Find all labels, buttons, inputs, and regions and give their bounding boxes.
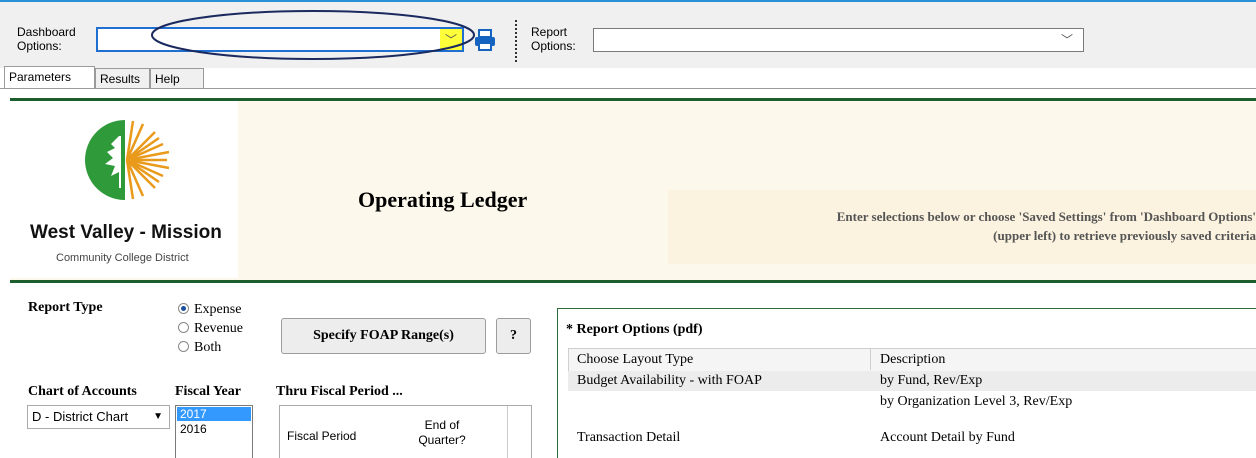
radio-both-label: Both: [194, 340, 222, 355]
tab-border: [0, 88, 1256, 89]
fiscal-period-grid[interactable]: Fiscal Period End of Quarter?: [279, 405, 532, 458]
fiscal-year-option-selected[interactable]: 2017: [177, 407, 251, 421]
layout-row-2-desc[interactable]: by Organization Level 3, Rev/Exp: [880, 394, 1072, 410]
radio-both[interactable]: Both: [178, 338, 243, 357]
tab-results[interactable]: Results: [95, 68, 150, 88]
tab-parameters[interactable]: Parameters: [4, 66, 95, 88]
annotation-ellipse: [151, 10, 475, 60]
radio-expense-label: Expense: [194, 302, 242, 317]
layout-row-1-type[interactable]: Budget Availability - with FOAP: [577, 373, 762, 389]
thru-fiscal-period-label: Thru Fiscal Period ...: [276, 384, 403, 399]
instructions-box: Enter selections below or choose 'Saved …: [668, 190, 1256, 264]
layout-row-3-type[interactable]: Transaction Detail: [577, 430, 680, 446]
banner-divider: [10, 280, 1256, 283]
radio-expense[interactable]: Expense: [178, 300, 243, 319]
report-type-radio-group: Expense Revenue Both: [178, 300, 243, 357]
page-title: Operating Ledger: [358, 187, 528, 212]
instructions-line2: (upper left) to retrieve previously save…: [993, 228, 1256, 243]
instructions-line1: Enter selections below or choose 'Saved …: [836, 209, 1256, 224]
radio-unselected-icon[interactable]: [178, 322, 189, 333]
radio-revenue-label: Revenue: [194, 321, 243, 336]
report-options-dropdown[interactable]: ﹀: [593, 28, 1084, 52]
logo-name: West Valley - Mission: [30, 222, 222, 243]
chart-of-accounts-label: Chart of Accounts: [28, 384, 137, 399]
printer-icon[interactable]: [473, 28, 497, 52]
end-of-quarter-column-header: End of Quarter?: [418, 418, 466, 447]
chart-of-accounts-value: D - District Chart: [32, 409, 129, 424]
description-column-header: Description: [880, 352, 946, 367]
specify-foap-button[interactable]: Specify FOAP Range(s): [281, 318, 486, 354]
layout-type-column-header: Choose Layout Type: [577, 352, 694, 367]
report-type-label: Report Type: [28, 300, 103, 315]
fiscal-year-option[interactable]: 2016: [176, 422, 252, 436]
chart-of-accounts-select[interactable]: D - District Chart ▼: [27, 405, 170, 429]
dashboard-options-label: Dashboard Options:: [17, 25, 76, 53]
radio-unselected-icon[interactable]: [178, 341, 189, 352]
radio-selected-icon[interactable]: [178, 303, 189, 314]
tab-help[interactable]: Help: [150, 68, 204, 88]
report-options-label: Report Options:: [531, 25, 576, 53]
report-options-title: * Report Options (pdf): [566, 322, 703, 337]
layout-row-3-desc[interactable]: Account Detail by Fund: [880, 430, 1015, 446]
grid-column-divider: [507, 406, 508, 458]
radio-revenue[interactable]: Revenue: [178, 319, 243, 338]
chevron-down-icon: ﹀: [1060, 33, 1073, 47]
logo-subtitle: Community College District: [56, 252, 189, 264]
college-logo-icon: [85, 120, 170, 200]
header-divider: [870, 349, 871, 370]
toolbar-separator: [515, 20, 517, 62]
fiscal-year-list[interactable]: 2017 2016: [175, 405, 253, 458]
fiscal-period-column-header: Fiscal Period: [287, 429, 357, 443]
layout-row-1-desc[interactable]: by Fund, Rev/Exp: [880, 373, 982, 389]
help-button[interactable]: ?: [496, 318, 531, 354]
dropdown-arrow-icon: ▼: [153, 411, 163, 422]
fiscal-year-label: Fiscal Year: [175, 384, 241, 399]
